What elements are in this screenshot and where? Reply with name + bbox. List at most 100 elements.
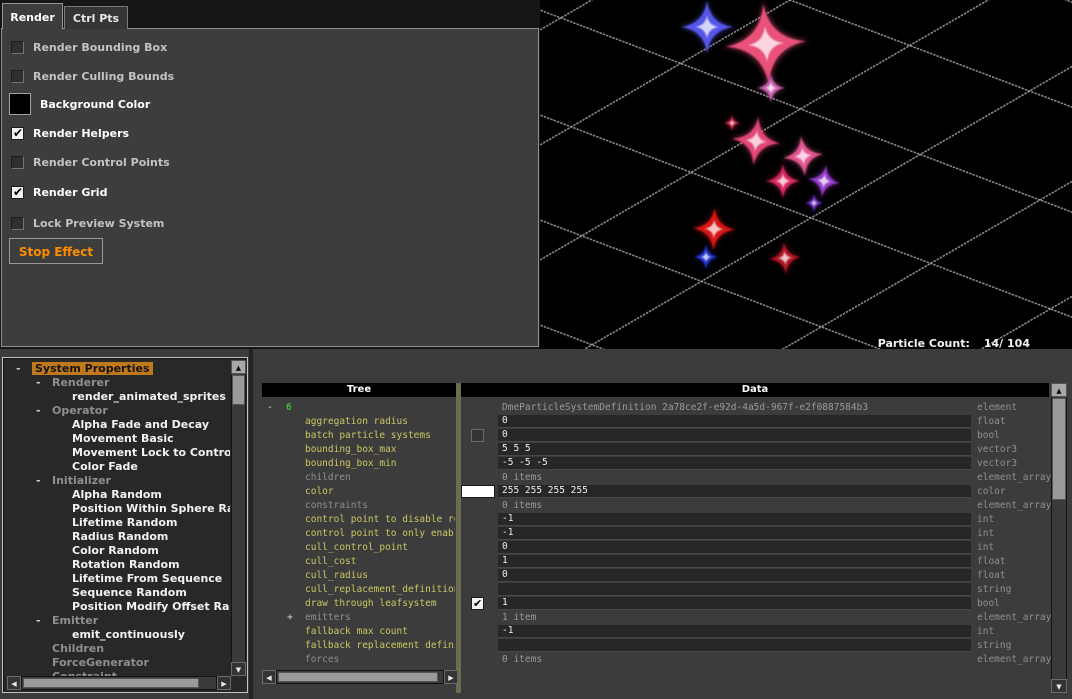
attribute-name-control-point-to-only-enable-rer[interactable]: control point to only enable rer — [305, 528, 455, 541]
system-tree-item-radius-random[interactable]: Radius Random — [6, 530, 230, 544]
attribute-name-children[interactable]: children — [305, 472, 455, 485]
attribute-value-field-control-point-to-only-enable-rer[interactable]: -1 — [498, 527, 971, 540]
attribute-value-field-bounding-box-min[interactable]: -5 -5 -5 — [498, 457, 971, 470]
option-checkbox[interactable] — [11, 40, 24, 54]
attribute-value-field-bounding-box-max[interactable]: 5 5 5 — [498, 443, 971, 456]
attribute-name-color[interactable]: color — [305, 486, 455, 499]
render-tab-pane: Render Bounding Box Render Culling Bounds… — [1, 28, 539, 347]
option-checkbox[interactable] — [11, 69, 24, 83]
system-tree-item-rotation-random[interactable]: Rotation Random — [6, 558, 230, 572]
attribute-name-control-point-to-disable-renderi[interactable]: control point to disable renderi — [305, 514, 455, 527]
attribute-value-field-color[interactable]: 255 255 255 255 — [498, 485, 971, 498]
attribute-value-field-cull-control-point[interactable]: 0 — [498, 541, 971, 554]
system-tree-item-emit-continuously[interactable]: emit_continuously — [6, 628, 230, 642]
system-tree-hscroll-thumb[interactable] — [23, 678, 199, 688]
render-option-row: Lock Preview System — [11, 212, 164, 234]
grid-hscroll-left-icon[interactable]: ◀ — [262, 670, 276, 684]
attribute-value-field-fallback-max-count[interactable]: -1 — [498, 625, 971, 638]
attribute-expand-icon[interactable]: - — [267, 402, 273, 415]
system-tree-item-movement-lock-to-control-point[interactable]: Movement Lock to Control Point — [6, 446, 230, 460]
attribute-name-fallback-replacement-definition[interactable]: fallback replacement definition — [305, 640, 455, 653]
sparkle — [690, 205, 738, 253]
attribute-name-batch-particle-systems[interactable]: batch particle systems — [305, 430, 455, 443]
background-color-swatch[interactable] — [9, 93, 31, 115]
system-tree-item-position-within-sphere-random[interactable]: Position Within Sphere Random — [6, 502, 230, 516]
grid-vscroll-thumb[interactable] — [1052, 398, 1066, 500]
tree-collapse-icon[interactable]: - — [16, 362, 21, 375]
system-tree-item-system-properties[interactable]: - System Properties — [6, 362, 230, 376]
system-tree-item-lifetime-from-sequence[interactable]: Lifetime From Sequence — [6, 572, 230, 586]
system-tree-vscroll-track[interactable] — [231, 360, 246, 676]
attribute-name-constraints[interactable]: constraints — [305, 500, 455, 513]
panel-splitter[interactable] — [249, 349, 253, 699]
system-tree-item-emitter[interactable]: - Emitter — [6, 614, 230, 628]
system-tree-item-children[interactable]: Children — [6, 642, 230, 656]
stop-effect-button[interactable]: Stop Effect — [9, 238, 103, 264]
attribute-name-forces[interactable]: forces — [305, 654, 455, 667]
attribute-name-emitters[interactable]: emitters — [305, 612, 455, 625]
system-tree-item-alpha-random[interactable]: Alpha Random — [6, 488, 230, 502]
tree-collapse-icon[interactable]: - — [36, 614, 41, 627]
preview-viewport[interactable]: Particle Count: 14/ 104 — [540, 0, 1072, 350]
attribute-name-6[interactable]: 6 — [286, 402, 455, 415]
option-checkbox[interactable] — [11, 155, 24, 169]
system-tree-item-movement-basic[interactable]: Movement Basic — [6, 432, 230, 446]
option-checkbox[interactable] — [11, 126, 24, 140]
option-checkbox[interactable] — [11, 185, 24, 199]
attribute-value-field-control-point-to-disable-renderi[interactable]: -1 — [498, 513, 971, 526]
attribute-type-label: float — [977, 556, 1006, 567]
attribute-name-cull-cost[interactable]: cull_cost — [305, 556, 455, 569]
sparkle — [764, 162, 802, 200]
attribute-checkbox-batch-particle-systems[interactable] — [471, 429, 484, 442]
system-tree-item-sequence-random[interactable]: Sequence Random — [6, 586, 230, 600]
render-option-row: Render Bounding Box — [11, 36, 167, 58]
grid-hscroll-thumb[interactable] — [278, 672, 438, 682]
system-tree-item-lifetime-random[interactable]: Lifetime Random — [6, 516, 230, 530]
grid-vscroll-up-icon[interactable]: ▲ — [1051, 383, 1067, 397]
grid-data-header: Data — [461, 383, 1049, 397]
tree-collapse-icon[interactable]: - — [36, 474, 41, 487]
attribute-name-cull-replacement-definition[interactable]: cull_replacement_definition — [305, 584, 455, 597]
system-tree-item-alpha-fade-and-decay[interactable]: Alpha Fade and Decay — [6, 418, 230, 432]
attribute-name-fallback-max-count[interactable]: fallback max count — [305, 626, 455, 639]
tab-ctrl-pts[interactable]: Ctrl Pts — [64, 6, 128, 29]
attribute-name-aggregation-radius[interactable]: aggregation radius — [305, 416, 455, 429]
system-tree-item-forcegenerator[interactable]: ForceGenerator — [6, 656, 230, 670]
attribute-value-field-fallback-replacement-definition[interactable] — [498, 639, 971, 652]
option-checkbox[interactable] — [11, 216, 24, 230]
system-tree-item-render-animated-sprites[interactable]: render_animated_sprites — [6, 390, 230, 404]
attribute-value-field-draw-through-leafsystem[interactable]: 1 — [498, 597, 971, 610]
attribute-value-field-cull-radius[interactable]: 0 — [498, 569, 971, 582]
attribute-checkbox-draw-through-leafsystem[interactable] — [471, 597, 484, 610]
system-tree-vscroll-thumb[interactable] — [232, 375, 245, 405]
attribute-value-field-cull-replacement-definition[interactable] — [498, 583, 971, 596]
tree-collapse-icon[interactable]: - — [36, 376, 41, 389]
grid-hscroll-right-icon[interactable]: ▶ — [444, 670, 458, 684]
system-tree-item-operator[interactable]: - Operator — [6, 404, 230, 418]
attribute-expand-icon[interactable]: + — [287, 612, 293, 625]
system-tree-item-color-fade[interactable]: Color Fade — [6, 460, 230, 474]
attribute-value-field-batch-particle-systems[interactable]: 0 — [498, 429, 971, 442]
attribute-value-field-aggregation-radius[interactable]: 0 — [498, 415, 971, 428]
grid-column-divider[interactable] — [456, 383, 461, 693]
system-tree-vscroll-up-icon[interactable]: ▲ — [231, 360, 246, 374]
attribute-name-cull-radius[interactable]: cull_radius — [305, 570, 455, 583]
attribute-name-bounding-box-max[interactable]: bounding_box_max — [305, 444, 455, 457]
grid-vscroll-down-icon[interactable]: ▼ — [1051, 679, 1067, 693]
attribute-name-cull-control-point[interactable]: cull_control_point — [305, 542, 455, 555]
attribute-name-draw-through-leafsystem[interactable]: draw through leafsystem — [305, 598, 455, 611]
system-tree-hscroll-right-icon[interactable]: ▶ — [217, 676, 231, 690]
system-tree-vscroll-down-icon[interactable]: ▼ — [231, 662, 246, 676]
attribute-color-swatch-color[interactable] — [461, 485, 495, 498]
tree-collapse-icon[interactable]: - — [36, 404, 41, 417]
attribute-value-field-cull-cost[interactable]: 1 — [498, 555, 971, 568]
tab-render[interactable]: Render — [2, 3, 63, 29]
system-tree-item-renderer[interactable]: - Renderer — [6, 376, 230, 390]
attribute-name-bounding-box-min[interactable]: bounding_box_min — [305, 458, 455, 471]
system-tree-hscroll-left-icon[interactable]: ◀ — [7, 676, 21, 690]
system-tree-item-color-random[interactable]: Color Random — [6, 544, 230, 558]
system-tree-item-position-modify-offset-random[interactable]: Position Modify Offset Random — [6, 600, 230, 614]
system-tree-item-initializer[interactable]: - Initializer — [6, 474, 230, 488]
tree-item-label: Radius Random — [72, 530, 169, 543]
tree-item-label: Rotation Random — [72, 558, 180, 571]
